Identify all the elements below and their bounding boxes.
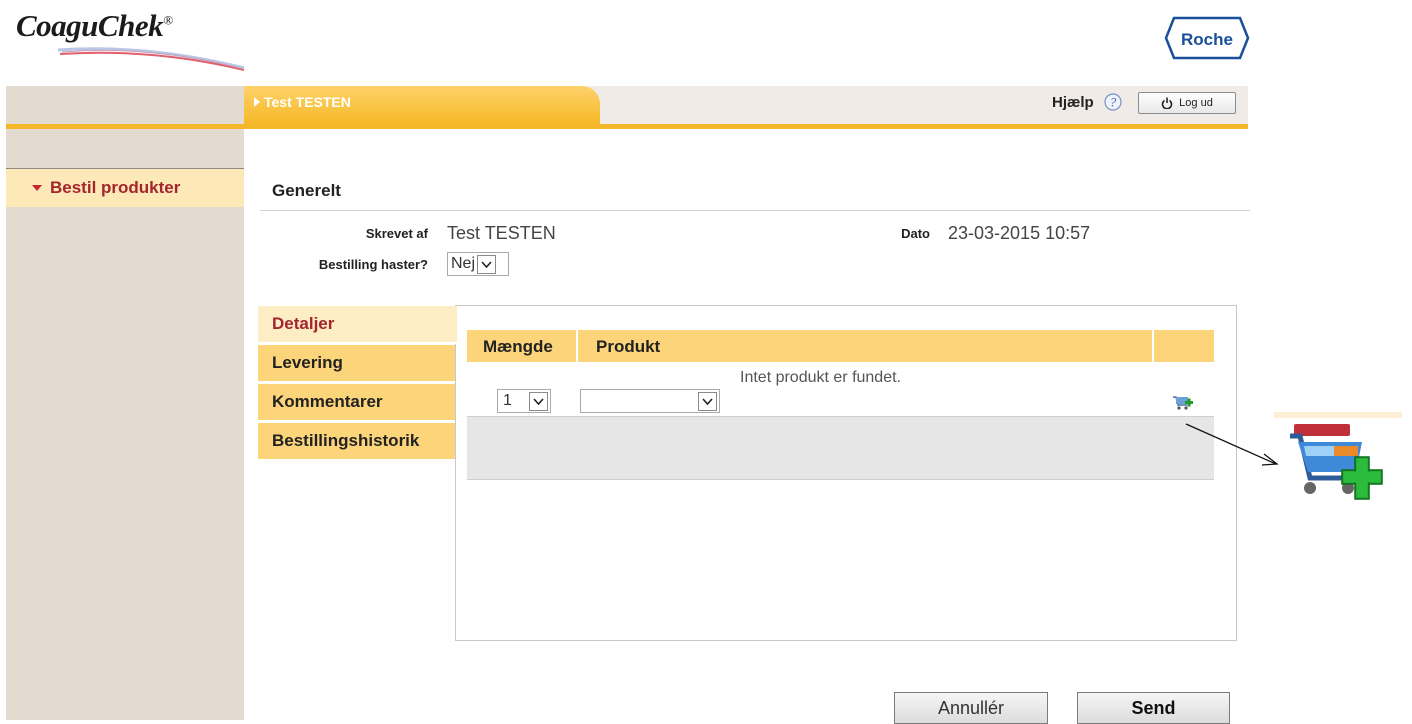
section-title: Generelt [272, 181, 341, 200]
svg-text:?: ? [1110, 95, 1117, 110]
power-icon [1161, 97, 1173, 109]
logo-swoosh [58, 47, 245, 71]
help-link[interactable]: Hjælp [1052, 94, 1094, 111]
quantity-select[interactable]: 1 [497, 389, 551, 413]
column-header-quantity: Mængde [483, 337, 553, 356]
topbar-left [6, 86, 244, 124]
table-empty-row [467, 416, 1214, 480]
svg-text:Roche: Roche [1181, 30, 1233, 49]
tab-kommentarer[interactable]: Kommentarer [258, 384, 455, 422]
chevron-down-icon [477, 254, 497, 274]
chevron-down-icon [698, 391, 717, 411]
cart-add-icon-enlarged [1290, 424, 1383, 500]
empty-message: Intet produkt er fundet. [740, 369, 901, 386]
logout-label: Log ud [1179, 97, 1213, 109]
roche-logo: Roche [1164, 16, 1250, 60]
user-tab-arrow-icon [254, 97, 260, 107]
date-label: Dato [901, 226, 930, 241]
expand-arrow-icon [32, 185, 42, 191]
urgent-label: Bestilling haster? [318, 257, 428, 272]
cart-add-icon[interactable] [1172, 393, 1194, 411]
urgent-select-value: Nej [451, 255, 476, 272]
sidebar [6, 129, 244, 720]
table-header [467, 330, 1214, 362]
tab-bestillingshistorik[interactable]: Bestillingshistorik [258, 423, 455, 461]
logout-button[interactable]: Log ud [1138, 92, 1236, 114]
section-divider [260, 210, 1250, 211]
sidebar-item-label: Bestil produkter [50, 178, 181, 197]
product-select[interactable] [580, 389, 720, 413]
tab-detaljer[interactable]: Detaljer [258, 306, 457, 344]
cancel-button[interactable]: Annullér [894, 692, 1048, 724]
tab-levering[interactable]: Levering [258, 345, 455, 383]
quantity-value: 1 [503, 392, 512, 409]
annotation-arrow [1185, 423, 1279, 466]
coaguchek-logo: CoaguChek® [16, 8, 173, 43]
user-tab-label: Test TESTEN [264, 94, 351, 110]
written-by-value: Test TESTEN [447, 223, 556, 243]
urgent-select[interactable]: Nej [447, 252, 509, 276]
column-divider [1152, 330, 1154, 362]
sidebar-item-bestil-produkter[interactable]: Bestil produkter [6, 169, 244, 207]
column-divider [576, 330, 578, 362]
date-value: 23-03-2015 10:57 [948, 223, 1091, 243]
written-by-label: Skrevet af [365, 226, 428, 241]
column-header-product: Produkt [596, 337, 661, 356]
help-icon[interactable]: ? [1103, 92, 1123, 112]
send-button[interactable]: Send [1077, 692, 1230, 724]
chevron-down-icon [529, 391, 548, 411]
zoom-highlight [1274, 412, 1402, 418]
